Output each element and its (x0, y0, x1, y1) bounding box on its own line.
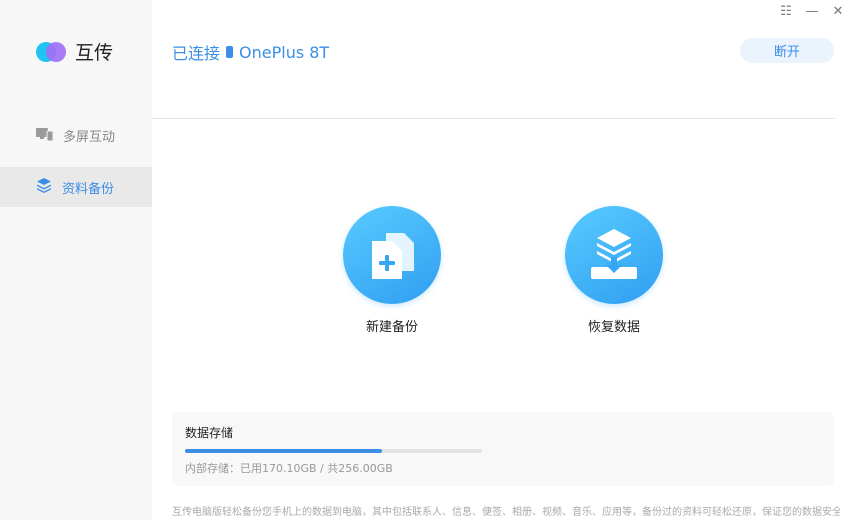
devices-icon (36, 126, 54, 145)
connection-prefix: 已连接 (172, 44, 221, 63)
restore-data-button[interactable]: 恢复数据 (554, 206, 674, 335)
storage-info: 内部存储：已用170.10GB / 共256.00GB (185, 462, 393, 475)
storage-progress (185, 449, 482, 453)
new-backup-label: 新建备份 (365, 320, 418, 335)
layers-icon (36, 177, 52, 197)
sidebar-item-label: 多屏互动 (63, 129, 116, 145)
new-backup-button[interactable]: 新建备份 (332, 206, 452, 335)
sidebar-item-backup[interactable]: 资料备份 (0, 167, 152, 207)
divider (152, 118, 835, 119)
phone-icon (226, 46, 234, 58)
restore-data-icon (565, 206, 663, 304)
disconnect-button[interactable]: 断开 (740, 38, 834, 63)
restore-data-label: 恢复数据 (587, 320, 640, 335)
sidebar-item-multiscreen[interactable]: 多屏互动 (0, 115, 152, 155)
storage-title: 数据存储 (185, 426, 234, 440)
app-logo-icon (36, 40, 68, 64)
app-logo: 互传 (36, 38, 113, 65)
menu-icon[interactable]: ☷ (777, 2, 795, 20)
device-name: OnePlus 8T (239, 42, 330, 62)
close-icon[interactable]: ✕ (829, 2, 847, 20)
storage-progress-fill (185, 449, 383, 453)
sidebar-item-label: 资料备份 (62, 181, 115, 197)
footer-description: 互传电脑版轻松备份您手机上的数据到电脑，其中包括联系人、信息、便签、相册、视频、… (172, 507, 840, 518)
connection-status: 已连接 OnePlus 8T (172, 40, 329, 64)
app-name: 互传 (75, 42, 114, 64)
new-backup-icon (343, 206, 441, 304)
sidebar: 互传 多屏互动 资料备份 (0, 0, 152, 520)
minimize-icon[interactable]: — (803, 2, 821, 20)
storage-panel: 数据存储 内部存储：已用170.10GB / 共256.00GB (172, 412, 834, 486)
